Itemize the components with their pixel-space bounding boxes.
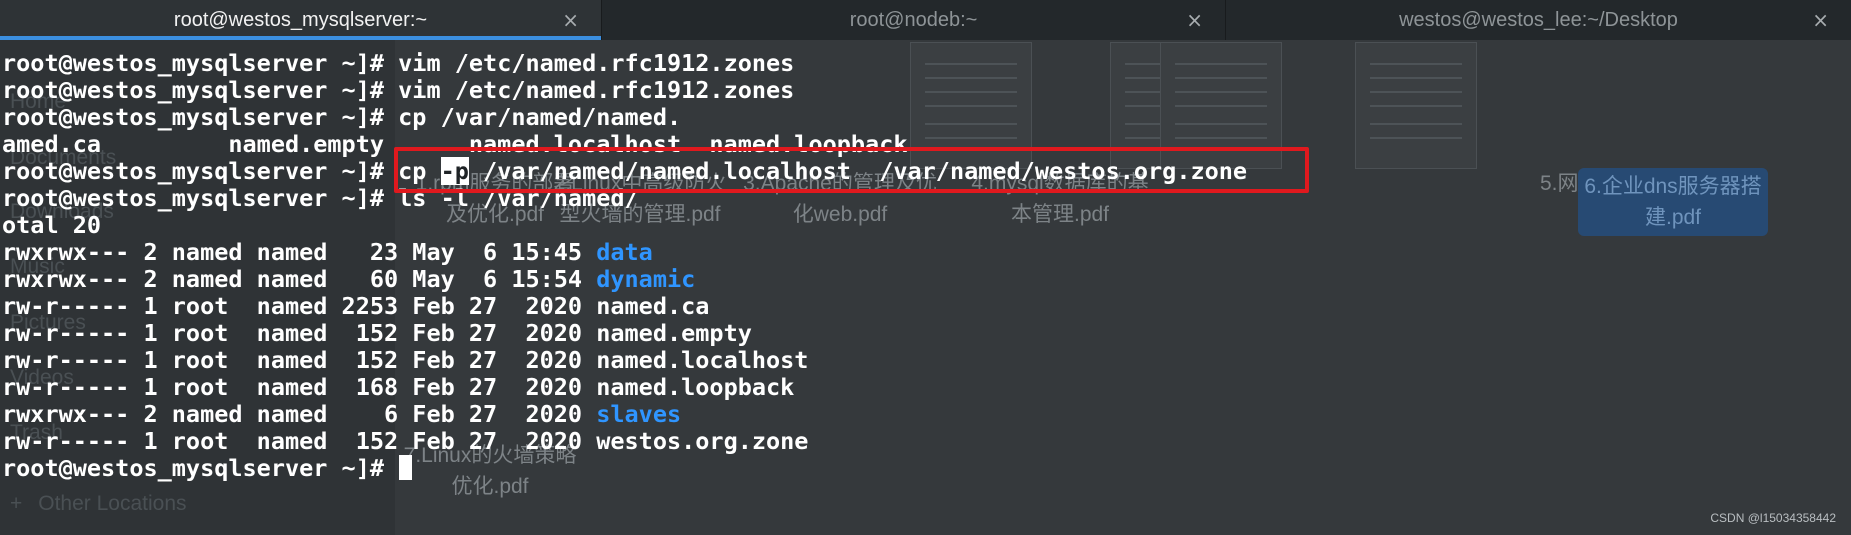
terminal-line: root@westos_mysqlserver ~]# vim /etc/nam… bbox=[2, 49, 795, 77]
watermark: CSDN @l15034358442 bbox=[1710, 511, 1836, 525]
listing-row: rwxrwx--- 2 named named 60 May 6 15:54 d… bbox=[2, 265, 696, 293]
directory-name: data bbox=[596, 238, 653, 266]
directory-name: dynamic bbox=[596, 265, 696, 293]
close-tab-icon[interactable]: × bbox=[1812, 8, 1829, 32]
file-name: westos.org.zone bbox=[596, 427, 809, 455]
listing-row: rw-r----- 1 root named 152 Feb 27 2020 n… bbox=[2, 319, 752, 347]
plus-icon: + bbox=[10, 492, 23, 515]
tab-title: root@westos_mysqlserver:~ bbox=[173, 8, 428, 31]
tab-title: westos@westos_lee:~/Desktop bbox=[1399, 8, 1678, 31]
file-name: named.empty bbox=[596, 319, 752, 347]
directory-name: slaves bbox=[596, 400, 682, 428]
sidebar-item-other-locations: + Other Locations bbox=[10, 492, 187, 516]
tab-westos-lee[interactable]: westos@westos_lee:~/Desktop × bbox=[1226, 0, 1851, 40]
tab-title: root@nodeb:~ bbox=[849, 8, 978, 31]
listing-row: rw-r----- 1 root named 2253 Feb 27 2020 … bbox=[2, 292, 710, 320]
tab-mysqlserver[interactable]: root@westos_mysqlserver:~ × bbox=[0, 0, 602, 40]
tab-nodeb[interactable]: root@nodeb:~ × bbox=[602, 0, 1226, 40]
file-name: named.loopback bbox=[596, 373, 795, 401]
listing-row: rw-r----- 1 root named 152 Feb 27 2020 w… bbox=[2, 427, 809, 455]
listing-row: rwxrwx--- 2 named named 23 May 6 15:45 d… bbox=[2, 238, 653, 266]
file-item-selected: 6.企业dns服务器搭 建.pdf bbox=[1578, 168, 1768, 236]
terminal-line: otal 20 bbox=[2, 211, 102, 239]
sidebar-item-label: Other Locations bbox=[38, 492, 187, 515]
pdf-thumbnail-icon bbox=[1355, 42, 1477, 169]
terminal-line: root@westos_mysqlserver ~]# cp /var/name… bbox=[2, 103, 682, 131]
listing-row: rw-r----- 1 root named 168 Feb 27 2020 n… bbox=[2, 373, 795, 401]
close-tab-icon[interactable]: × bbox=[562, 8, 579, 32]
close-tab-icon[interactable]: × bbox=[1186, 8, 1203, 32]
tab-bar: root@westos_mysqlserver:~ × root@nodeb:~… bbox=[0, 0, 1851, 40]
terminal-prompt-line: root@westos_mysqlserver ~]# bbox=[2, 455, 413, 482]
file-name: named.ca bbox=[596, 292, 710, 320]
file-name: named.localhost bbox=[596, 346, 809, 374]
text-cursor bbox=[399, 455, 413, 480]
highlight-annotation-box bbox=[394, 147, 1309, 193]
terminal-line: root@westos_mysqlserver ~]# vim /etc/nam… bbox=[2, 76, 795, 104]
listing-row: rw-r----- 1 root named 152 Feb 27 2020 n… bbox=[2, 346, 809, 374]
listing-row: rwxrwx--- 2 named named 6 Feb 27 2020 sl… bbox=[2, 400, 682, 428]
